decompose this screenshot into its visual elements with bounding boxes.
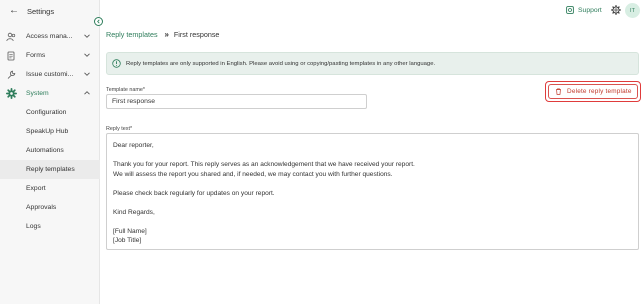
reply-text-line: Kind Regards, [113,208,155,216]
sidebar: ← Settings Access mana... Forms Issue cu… [0,0,100,304]
top-bar [100,0,644,22]
support-link[interactable]: Support [566,6,602,14]
delete-reply-template-button[interactable]: Delete reply template [548,84,638,99]
back-to-settings-link[interactable]: ← Settings [0,0,100,22]
sidebar-subitem-speakup-hub[interactable]: SpeakUp Hub [0,122,100,141]
info-banner-message: Reply templates are only supported in En… [126,60,436,67]
settings-gear-icon[interactable] [611,5,621,15]
sidebar-item-forms[interactable]: Forms [0,46,100,65]
info-icon [112,59,121,68]
back-label: Settings [27,6,55,16]
support-label: Support [578,6,602,14]
template-name-input[interactable]: First response [106,94,367,109]
document-icon [5,50,17,62]
reply-text-line: We will assess the report you shared and… [113,170,393,178]
reply-text-line: Please check back regularly for updates … [113,189,275,197]
collapse-sidebar-button[interactable] [94,17,103,26]
sidebar-item-label: Access mana... [26,33,73,40]
lifebuoy-icon [566,6,574,14]
sidebar-item-label: Forms [26,52,46,59]
reply-text-label: Reply text* [106,126,133,132]
sidebar-nav: Access mana... Forms Issue customi... Sy… [0,27,100,236]
sidebar-item-access-management[interactable]: Access mana... [0,27,100,46]
sidebar-item-label: System [26,90,49,97]
chevron-up-icon [84,91,90,95]
reply-text-line: Thank you for your report. This reply se… [113,161,415,168]
sidebar-item-issue-customization[interactable]: Issue customi... [0,65,100,84]
sidebar-item-system[interactable]: System [0,84,100,103]
trash-icon [556,88,561,95]
reply-text-editor[interactable]: Dear reporter, Thank you for your report… [106,133,639,250]
reply-text-blank-line [113,179,632,189]
reply-text-line: Dear reporter, [113,142,154,149]
reply-text-line: [Job Title] [113,237,142,244]
double-chevron-right-icon: ›› [164,30,169,39]
arrow-left-icon: ← [9,5,19,16]
breadcrumb-reply-templates-link[interactable]: Reply templates [106,30,158,39]
chevron-down-icon [84,53,90,57]
chevron-down-icon [84,72,90,76]
users-icon [5,31,17,43]
reply-text-blank-line [113,217,632,227]
chevron-down-icon [84,34,90,38]
sidebar-subitem-approvals[interactable]: Approvals [0,198,100,217]
sidebar-subitem-configuration[interactable]: Configuration [0,103,100,122]
sidebar-subitem-automations[interactable]: Automations [0,141,100,160]
template-name-label: Template name* [106,87,145,93]
sidebar-subitem-reply-templates[interactable]: Reply templates [0,160,100,179]
reply-text-blank-line [113,151,632,161]
wrench-icon [5,69,17,81]
sidebar-subitem-logs[interactable]: Logs [0,217,100,236]
info-banner: Reply templates are only supported in En… [106,52,639,75]
reply-text-line: [Full Name] [113,227,147,235]
chevron-left-icon [97,19,100,24]
breadcrumb: Reply templates ›› First response [106,30,219,39]
breadcrumb-current: First response [173,30,220,39]
user-avatar[interactable]: IT [625,3,640,18]
reply-text-blank-line [113,198,632,208]
sidebar-item-label: Issue customi... [26,71,74,78]
gear-icon [5,88,17,100]
delete-button-label: Delete reply template [567,88,632,95]
sidebar-subitem-export[interactable]: Export [0,179,100,198]
